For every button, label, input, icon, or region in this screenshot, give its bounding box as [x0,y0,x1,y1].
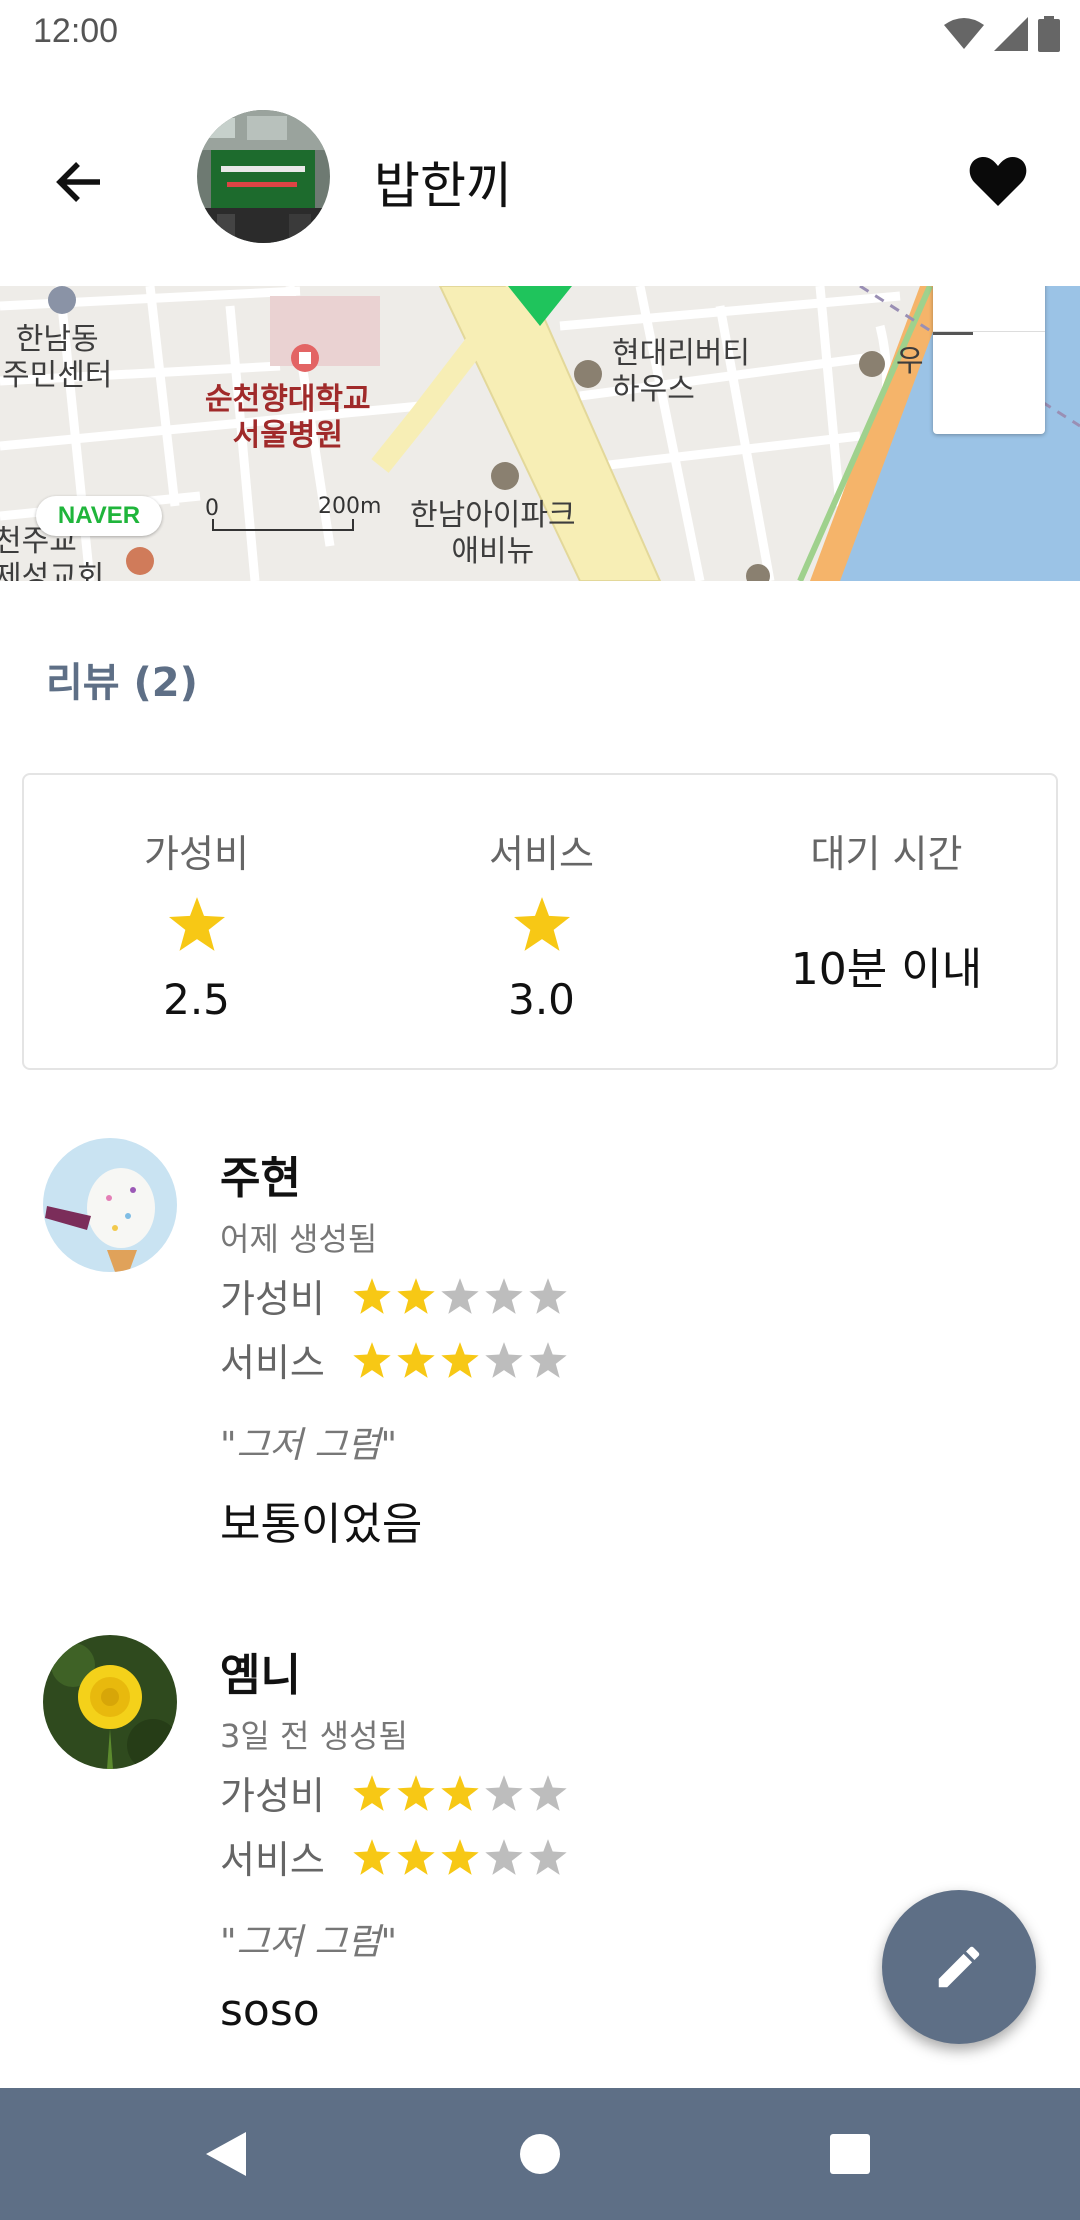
summary-service-score: 3.0 [508,975,575,1024]
review-body: 보통이었음 [220,1499,423,1550]
nav-back-button[interactable] [188,2116,264,2192]
map-label-ipark: 한남아이파크 애비뉴 [410,498,576,569]
star-filled-icon [441,1838,479,1875]
zoom-out-button[interactable] [933,331,1045,431]
map-scale-zero: 0 [205,496,219,521]
reviewer-name: 옘니 [220,1650,301,1701]
summary-service-label: 서비스 [489,832,594,876]
map-label-hyundai-liberty: 현대리버티 하우스 [612,336,750,407]
page-title: 밥한끼 [374,157,512,215]
status-icons [944,12,1060,56]
map-zoom-control [933,286,1045,434]
nav-recents-button[interactable] [812,2116,888,2192]
map-scale-bar [212,519,354,531]
summary-service-column: 서비스 3.0 [369,775,714,1072]
review-date: 어제 생성됨 [220,1220,378,1258]
star-rating [350,1339,570,1381]
star-filled-icon [353,1341,391,1378]
rating-summary-card: 가성비 2.5 서비스 3.0 대기 시간 10분 이내 [22,773,1058,1070]
map-scale-distance: 200m [318,494,382,519]
map-label-hannam-center: 한남동 주민센터 [2,322,113,393]
summary-wait-value: 10분 이내 [790,944,983,995]
star-empty-icon [529,1774,567,1811]
review-body: soso [220,1985,320,2036]
summary-wait-label: 대기 시간 [810,832,963,876]
star-icon [168,897,225,951]
star-icon [513,897,570,951]
star-empty-icon [485,1341,523,1378]
square-recents-icon [830,2134,870,2174]
star-rating [350,1275,570,1317]
star-filled-icon [353,1838,391,1875]
star-empty-icon [441,1277,479,1314]
favorite-button[interactable] [960,144,1036,220]
summary-wait-column: 대기 시간 10분 이내 [714,775,1059,1072]
star-rating [350,1772,570,1814]
heart-icon [969,156,1027,206]
arrow-left-icon [56,162,100,202]
avatar [43,1138,177,1272]
rating-label: 가성비 [220,1774,325,1818]
star-rating [350,1836,570,1878]
star-empty-icon [485,1838,523,1875]
review-service-rating: 서비스 [220,1829,570,1884]
map-label-hospital: 순천향대학교 서울병원 [205,382,371,453]
wifi-icon [944,18,984,49]
cellular-signal-icon [994,17,1028,51]
map-view[interactable]: 한남동 주민센터 순천향대학교 서울병원 현대리버티 하우스 한남아이파크 애비… [0,286,1080,581]
star-filled-icon [353,1277,391,1314]
naver-logo: NAVER [36,496,162,536]
rating-label: 서비스 [220,1341,325,1385]
rating-label: 가성비 [220,1277,325,1321]
write-review-button[interactable] [882,1890,1036,2044]
review-quote: "그저 그럼" [220,1922,398,1963]
star-filled-icon [441,1774,479,1811]
review-value-rating: 가성비 [220,1268,570,1323]
avatar [43,1635,177,1769]
battery-icon [1038,16,1060,52]
star-filled-icon [397,1838,435,1875]
review-value-rating: 가성비 [220,1765,570,1820]
review-date: 3일 전 생성됨 [220,1717,408,1755]
star-empty-icon [485,1774,523,1811]
minus-icon [933,332,973,335]
star-empty-icon [529,1838,567,1875]
summary-value-column: 가성비 2.5 [24,775,369,1072]
review-section-title: 리뷰 (2) [46,660,198,706]
star-filled-icon [397,1277,435,1314]
triangle-back-icon [206,2132,246,2176]
status-time: 12:00 [33,12,119,50]
restaurant-avatar [197,110,330,243]
star-filled-icon [397,1774,435,1811]
app-bar: 밥한끼 [0,66,1080,286]
reviewer-name: 주현 [220,1153,301,1204]
star-filled-icon [441,1341,479,1378]
review-quote: "그저 그럼" [220,1425,398,1466]
star-filled-icon [353,1774,391,1811]
back-button[interactable] [40,144,116,220]
rating-label: 서비스 [220,1838,325,1882]
star-filled-icon [397,1341,435,1378]
pencil-icon [938,1946,980,1988]
nav-home-button[interactable] [502,2116,578,2192]
status-bar: 12:00 [0,0,1080,66]
system-navigation-bar [0,2088,1080,2220]
star-empty-icon [485,1277,523,1314]
star-empty-icon [529,1341,567,1378]
summary-value-label: 가성비 [144,832,249,876]
summary-value-score: 2.5 [163,975,230,1024]
map-label-post: 우 [896,344,924,379]
circle-home-icon [520,2134,560,2174]
star-empty-icon [529,1277,567,1314]
review-service-rating: 서비스 [220,1332,570,1387]
